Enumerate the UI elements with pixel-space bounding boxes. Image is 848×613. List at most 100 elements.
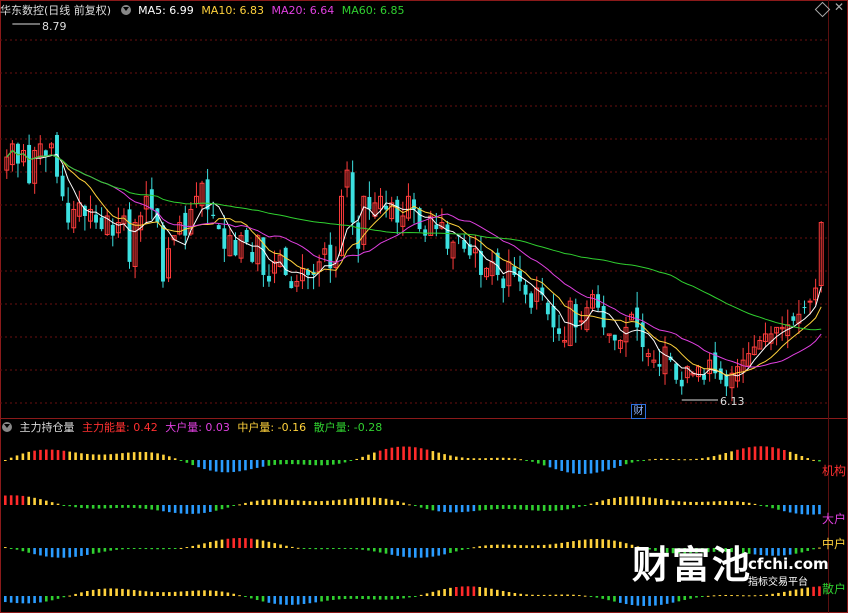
indicator-bar xyxy=(742,501,745,505)
indicator-bar xyxy=(619,596,622,603)
indicator-dropdown-icon[interactable] xyxy=(2,422,12,432)
finance-badge[interactable]: 财 xyxy=(631,404,646,419)
indicator-bar xyxy=(660,458,663,460)
indicator-bar xyxy=(156,505,159,511)
indicator-bar xyxy=(45,548,48,557)
indicator-bar xyxy=(255,500,259,505)
indicator-bar xyxy=(232,505,236,506)
indicator-bar xyxy=(209,541,212,548)
indicator-bar xyxy=(607,539,610,548)
indicator-bar xyxy=(425,593,429,596)
indicator-bar xyxy=(261,499,265,505)
indicator-bar xyxy=(460,505,464,513)
indicator-bar xyxy=(355,458,359,460)
indicator-bar xyxy=(332,548,335,550)
indicator-bar xyxy=(349,596,353,599)
candle-body xyxy=(110,224,115,236)
indicator-bar xyxy=(812,459,815,461)
indicator-bar xyxy=(91,454,95,460)
indicator-bar xyxy=(367,596,370,600)
indicator-bar xyxy=(683,459,687,461)
indicator-bar xyxy=(185,591,189,596)
indicator-bar xyxy=(39,449,42,460)
indicator-bar xyxy=(531,460,534,462)
chart-frame xyxy=(0,0,848,613)
indicator-bar xyxy=(724,501,728,505)
indicator-bar xyxy=(279,544,282,548)
indicator-bar xyxy=(33,548,36,555)
indicator-bar xyxy=(168,505,171,513)
indicator-bar xyxy=(121,505,124,508)
indicator-bar xyxy=(765,594,769,596)
indicator-bar xyxy=(572,594,575,596)
indicator-bar xyxy=(367,548,370,551)
indicator-bar xyxy=(62,450,66,460)
indicator-bar xyxy=(27,596,31,604)
indicator-bar xyxy=(326,500,329,505)
indicator-bar xyxy=(484,505,487,510)
indicator-bar xyxy=(747,447,751,460)
indicator-bar xyxy=(285,596,288,605)
indicator-bar xyxy=(103,454,107,460)
indicator-bar xyxy=(794,505,798,514)
candle-body xyxy=(384,205,389,210)
low-price-label: 6.13 xyxy=(720,395,745,408)
indicator-bar xyxy=(179,460,183,461)
indicator-bar xyxy=(706,501,710,505)
indicator-bar xyxy=(396,501,400,505)
indicator-bar xyxy=(396,596,400,600)
indicator-title: 主力持仓量 xyxy=(19,421,75,434)
indicator-bar xyxy=(660,596,663,605)
indicator-bar xyxy=(191,505,195,514)
indicator-bar xyxy=(62,596,66,598)
settings-dropdown-icon[interactable] xyxy=(120,5,131,15)
indicator-bar xyxy=(624,543,628,548)
indicator-bar xyxy=(566,460,569,473)
indicator-bar xyxy=(220,505,224,510)
indicator-bar xyxy=(302,460,306,465)
indicator-bar xyxy=(390,447,394,460)
indicator-bar xyxy=(613,596,616,602)
indicator-bar xyxy=(607,596,610,601)
indicator-bar xyxy=(162,548,165,550)
indicator-bar xyxy=(33,450,36,460)
indicator-bar xyxy=(554,460,558,470)
indicator-bar xyxy=(683,596,687,600)
indicator-bar xyxy=(197,590,200,596)
indicator-bar xyxy=(4,495,7,505)
indicator-bar xyxy=(519,459,523,461)
indicator-bar xyxy=(173,505,177,513)
indicator-bar xyxy=(273,460,277,465)
indicator-bar xyxy=(402,446,405,460)
indicator-bar xyxy=(68,548,72,558)
indicator-bar xyxy=(419,548,423,558)
candle-body xyxy=(216,225,221,230)
indicator-bar xyxy=(478,587,482,596)
indicator-bar xyxy=(9,596,13,603)
indicator-bar xyxy=(449,505,452,513)
indicator-bar xyxy=(414,596,417,597)
indicator-bar xyxy=(460,457,464,460)
indicator-bar xyxy=(583,505,587,506)
indicator-bar xyxy=(267,596,271,603)
indicator-bar xyxy=(648,497,651,505)
indicator-bar xyxy=(431,505,435,511)
indicator-bar xyxy=(665,499,669,505)
mid-holder-label: 中户量: -0.16 xyxy=(237,421,307,434)
indicator-bar xyxy=(788,548,792,555)
close-icon[interactable]: ✕ xyxy=(834,0,844,14)
indicator-bar xyxy=(68,505,72,507)
indicator-bar xyxy=(56,503,60,505)
indicator-bar xyxy=(818,505,821,515)
indicator-bar xyxy=(384,498,388,505)
indicator-bar xyxy=(806,587,810,596)
indicator-bar xyxy=(408,446,411,460)
indicator-bar xyxy=(531,505,534,511)
indicator-bar xyxy=(595,460,599,473)
indicator-bar xyxy=(408,504,411,506)
indicator-bar xyxy=(349,548,353,549)
indicator-bar xyxy=(718,501,722,505)
indicator-bar xyxy=(355,497,359,505)
indicator-bar xyxy=(337,460,341,464)
indicator-bar xyxy=(197,544,200,548)
